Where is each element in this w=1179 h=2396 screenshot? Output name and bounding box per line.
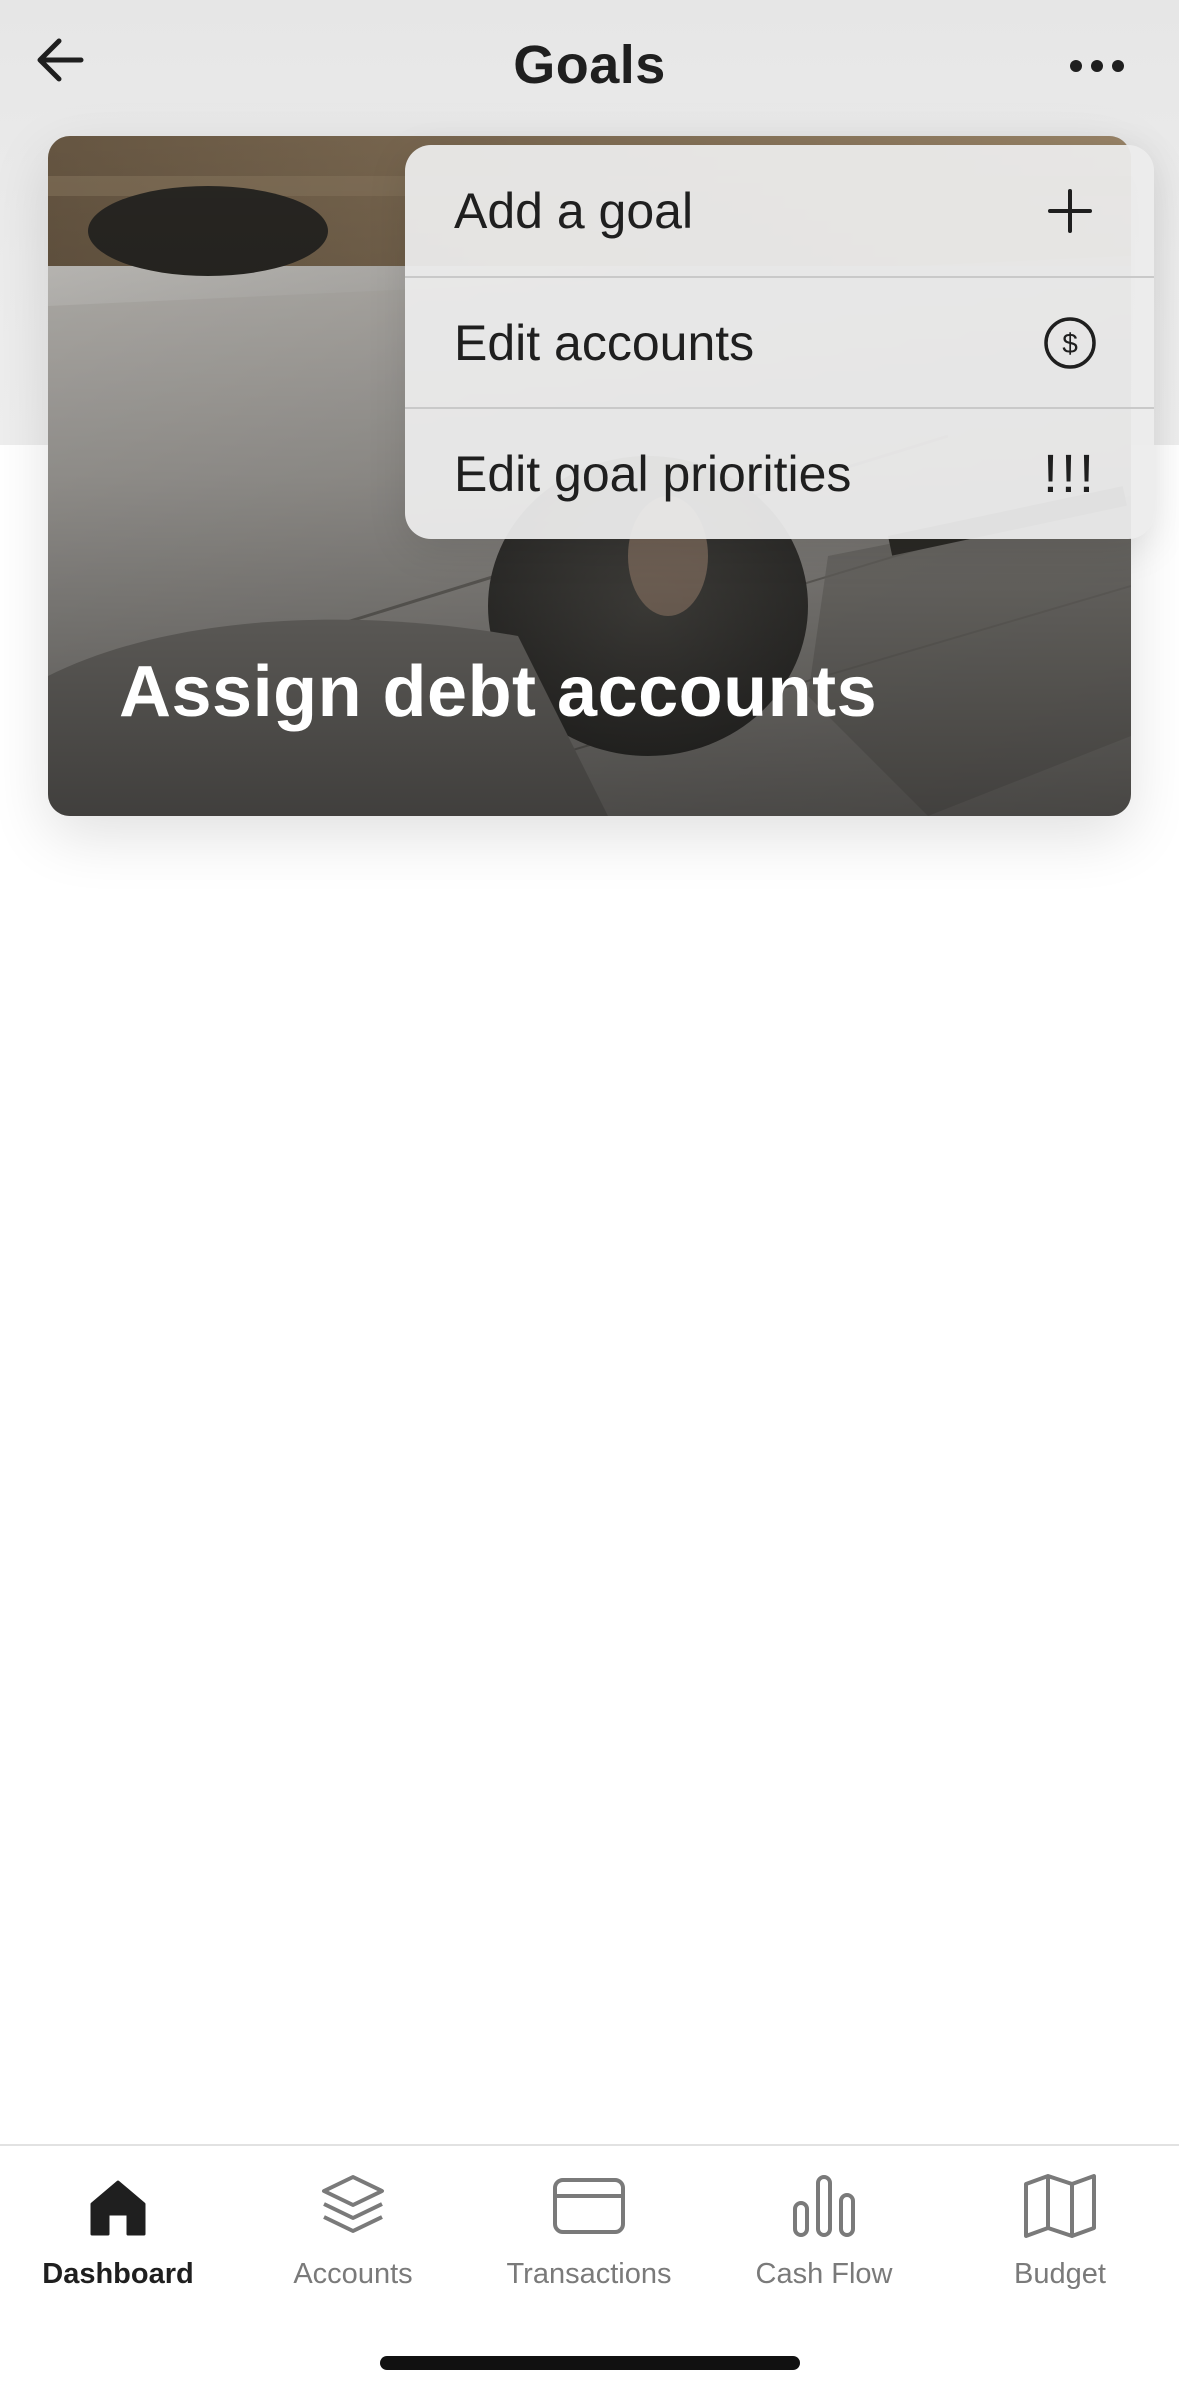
bar-chart-icon — [784, 2166, 864, 2246]
tab-budget[interactable]: Budget — [950, 2166, 1170, 2306]
tab-label: Transactions — [506, 2258, 672, 2290]
tab-label: Cash Flow — [755, 2258, 893, 2290]
home-icon — [78, 2166, 158, 2246]
tab-accounts[interactable]: Accounts — [243, 2166, 463, 2306]
menu-item-label: Edit accounts — [454, 314, 755, 371]
menu-item-edit-accounts[interactable]: Edit accounts $ — [405, 276, 1154, 407]
map-icon — [1020, 2166, 1100, 2246]
tab-label: Budget — [1014, 2258, 1106, 2290]
tab-label: Dashboard — [42, 2258, 194, 2290]
goals-screen: Assign debt accounts Goals Add a goal Ed… — [0, 0, 1179, 2396]
menu-item-edit-goal-priorities[interactable]: Edit goal priorities !!! — [405, 407, 1154, 538]
svg-text:$: $ — [1062, 328, 1078, 359]
home-indicator[interactable] — [380, 2356, 800, 2370]
credit-card-icon — [549, 2166, 629, 2246]
page-title: Goals — [513, 35, 666, 95]
menu-item-add-goal[interactable]: Add a goal — [405, 145, 1154, 276]
dollar-circle-icon: $ — [1040, 313, 1100, 373]
header: Goals — [0, 0, 1179, 135]
more-options-button[interactable] — [1062, 44, 1132, 88]
plus-icon — [1040, 181, 1100, 241]
options-menu: Add a goal Edit accounts $ Edit goal pri… — [405, 145, 1154, 539]
goal-card-title: Assign debt accounts — [119, 652, 878, 732]
tab-dashboard[interactable]: Dashboard — [8, 2166, 228, 2306]
ellipsis-icon — [1070, 60, 1082, 72]
tab-label: Accounts — [293, 2258, 413, 2290]
priority-icon: !!! — [1042, 443, 1097, 504]
tab-cash-flow[interactable]: Cash Flow — [714, 2166, 934, 2306]
tab-transactions[interactable]: Transactions — [479, 2166, 699, 2306]
layers-icon — [313, 2166, 393, 2246]
ellipsis-icon — [1112, 60, 1124, 72]
menu-item-label: Edit goal priorities — [454, 445, 852, 502]
ellipsis-icon — [1091, 60, 1103, 72]
menu-item-label: Add a goal — [454, 182, 694, 239]
